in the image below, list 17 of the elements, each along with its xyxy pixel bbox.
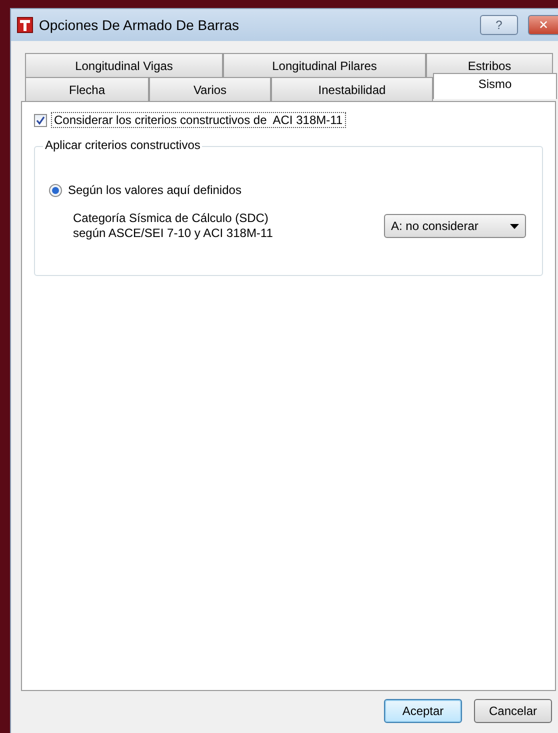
category-dropdown[interactable]: A: no considerar (384, 214, 526, 238)
dialog-button[interactable]: Aceptar (384, 699, 462, 723)
group-title: Aplicar criterios constructivos (43, 138, 202, 152)
tab[interactable]: Longitudinal Pilares (223, 53, 426, 77)
help-button[interactable]: ? (480, 15, 518, 35)
tab[interactable]: Varios (149, 77, 271, 101)
dialog-button[interactable]: Cancelar (474, 699, 552, 723)
window-title: Opciones De Armado De Barras (39, 17, 240, 33)
check-icon (36, 116, 45, 124)
caret-icon (510, 224, 519, 228)
values-radio[interactable]: Según los valores aquí definidos (49, 183, 242, 197)
tab[interactable]: Inestabilidad (271, 77, 433, 101)
tab[interactable]: Longitudinal Vigas (25, 53, 223, 77)
tab[interactable]: Flecha (25, 77, 149, 101)
tab[interactable]: Sismo (433, 73, 557, 99)
field-label: Categoría Sísmica de Cálculo (SDC) según ASCE/SEI 7-10 y ACI 318M-11 (73, 211, 273, 241)
app-logo-icon (17, 17, 33, 33)
